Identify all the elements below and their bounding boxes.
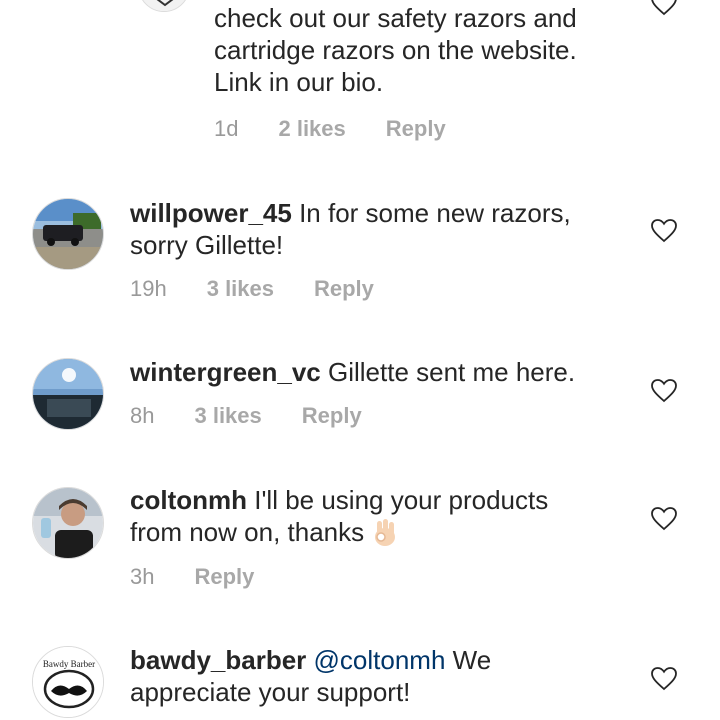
reply-button[interactable]: Reply — [314, 274, 374, 304]
comment-time: 8h — [130, 403, 155, 428]
avatar[interactable] — [32, 358, 104, 430]
comment-time: 3h — [130, 564, 155, 589]
likes-count[interactable]: 3 likes — [194, 401, 261, 431]
comment-body: Gillette sent me here. — [327, 357, 576, 387]
heart-outline-icon[interactable] — [651, 0, 677, 16]
ok-hand-emoji — [375, 519, 396, 546]
comment-text: wintergreen_vc Gillette sent me here. — [130, 356, 650, 388]
likes-count[interactable]: 3 likes — [207, 274, 274, 304]
username[interactable]: coltonmh — [130, 485, 247, 515]
comment-meta: 8h 3 likes Reply — [130, 401, 402, 431]
username[interactable]: bawdy_barber — [130, 645, 306, 675]
comment-meta: 1d 2 likes Reply — [214, 114, 486, 144]
avatar[interactable] — [32, 198, 104, 270]
comment-line: cartridge razors on the website. — [214, 35, 577, 65]
reply-button[interactable]: Reply — [386, 114, 446, 144]
heart-outline-icon[interactable] — [651, 379, 677, 403]
comment-meta: 3h Reply — [130, 562, 294, 592]
heart-outline-icon[interactable] — [651, 507, 677, 531]
comment-body: sorry Gillette! — [130, 230, 284, 260]
avatar[interactable]: Bawdy Barber — [32, 646, 104, 718]
likes-count[interactable]: 2 likes — [278, 114, 345, 144]
comment-line: Link in our bio. — [214, 67, 384, 97]
reply-button[interactable]: Reply — [194, 562, 254, 592]
comment-text: willpower_45 In for some new razors, sor… — [130, 197, 650, 261]
comment-time: 1d — [214, 116, 239, 141]
avatar[interactable] — [138, 0, 190, 12]
comment-body: I'll be using your products — [254, 485, 549, 515]
comment-body: from now on, thanks — [130, 517, 365, 547]
username[interactable]: willpower_45 — [130, 198, 292, 228]
comment-text: coltonmh I'll be using your products fro… — [130, 484, 650, 548]
comment-text: bawdy_barber @coltonmh We appreciate you… — [130, 644, 650, 708]
avatar-logo-text: Bawdy Barber — [43, 659, 95, 669]
heart-outline-icon[interactable] — [651, 667, 677, 691]
avatar[interactable] — [32, 487, 104, 559]
comment-time: 19h — [130, 276, 167, 301]
comment-meta: 19h 3 likes Reply — [130, 274, 414, 304]
comment-line: check out our safety razors and — [214, 3, 577, 33]
comment-body: We — [452, 645, 492, 675]
username[interactable]: wintergreen_vc — [130, 357, 321, 387]
reply-button[interactable]: Reply — [302, 401, 362, 431]
mention-link[interactable]: @coltonmh — [314, 645, 446, 675]
comment-body: appreciate your support! — [130, 677, 411, 707]
heart-outline-icon[interactable] — [651, 219, 677, 243]
comment-text: check out our safety razors and cartridg… — [214, 2, 644, 98]
comment-body: In for some new razors, — [299, 198, 571, 228]
